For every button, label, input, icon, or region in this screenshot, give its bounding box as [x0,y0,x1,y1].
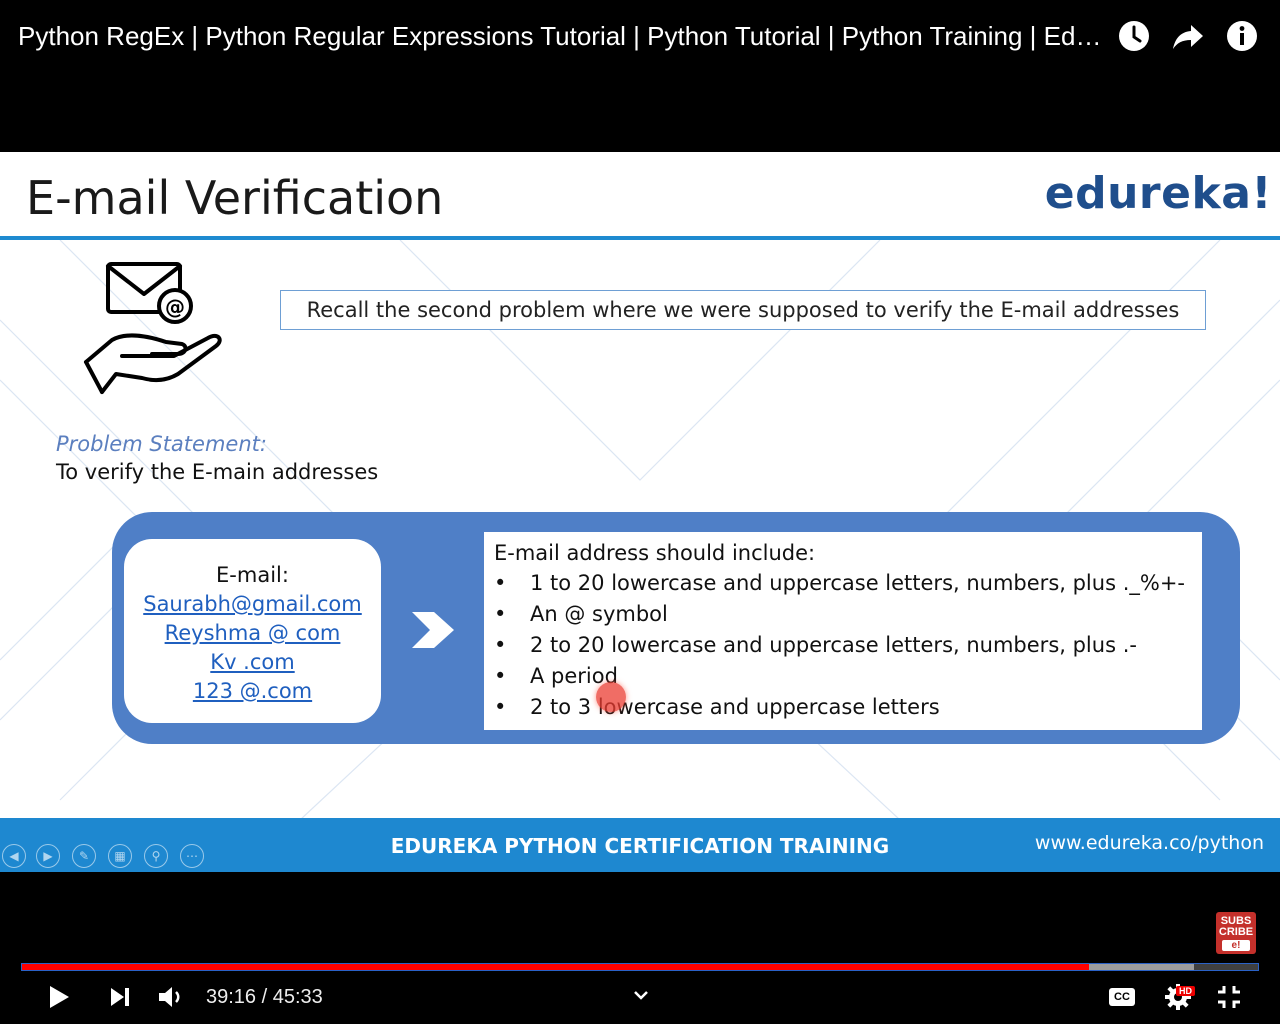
rule-text: 2 to 20 lowercase and uppercase letters,… [530,633,1137,657]
email-example-link[interactable]: Kv .com [124,648,381,677]
chevron-down-icon[interactable] [628,978,654,1012]
email-examples-card: E-mail: Saurabh@gmail.com Reyshma @ com … [124,539,381,723]
bullet-glyph: • [494,695,507,719]
bullet-glyph: • [494,602,507,626]
rule-item: • 2 to 3 lowercase and uppercase letters [494,692,940,723]
email-rules-box: E-mail address should include: • 1 to 20 … [484,532,1202,730]
current-time: 39:16 [206,986,257,1008]
time-separator: / [256,986,273,1008]
subscribe-badge[interactable]: SUBS CRIBE e! [1216,912,1256,954]
problem-statement-label: Problem Statement: [56,432,267,456]
footer-url: www.edureka.co/python [1034,832,1264,854]
bullet-glyph: • [494,571,507,595]
rule-item: • An @ symbol [494,599,668,630]
cc-icon: CC [1109,988,1135,1006]
video-frame[interactable]: E-mail Verification edureka! @ Recall th… [0,152,1280,872]
problem-statement-text: To verify the E-main addresses [56,460,379,484]
rule-text: 2 to 3 lowercase and uppercase letters [530,695,940,719]
email-rules-heading: E-mail address should include: [494,541,816,565]
rule-item: • 2 to 20 lowercase and uppercase letters… [494,630,1137,661]
share-icon[interactable] [1170,18,1206,54]
settings-button[interactable]: HD [1158,980,1198,1014]
subscribe-logo: e! [1222,940,1250,951]
bullet-glyph: • [494,633,507,657]
exit-fullscreen-button[interactable] [1212,980,1246,1014]
hd-badge: HD [1176,986,1195,996]
subscribe-text: CRIBE [1218,926,1254,938]
progress-bar[interactable] [21,963,1259,971]
svg-text:@: @ [165,295,185,319]
title-divider [0,236,1280,240]
time-display: 39:16 / 45:33 [206,983,323,1011]
watch-later-icon[interactable] [1116,18,1152,54]
email-example-link[interactable]: Saurabh@gmail.com [124,590,381,619]
email-example-link[interactable]: 123 @.com [124,677,381,706]
play-button[interactable] [42,980,76,1014]
rule-text: An @ symbol [530,602,668,626]
slide-footer: ◀ ▶ ✎ ▦ ⚲ ⋯ EDUREKA PYTHON CERTIFICATION… [0,818,1280,872]
rule-item: • 1 to 20 lowercase and uppercase letters… [494,568,1185,599]
laser-pointer [596,682,626,712]
email-hand-icon: @ [84,262,222,394]
email-example-link[interactable]: Reyshma @ com [124,619,381,648]
progress-played [22,964,1089,970]
info-icon[interactable] [1224,18,1260,54]
exit-fullscreen-icon [1218,986,1240,1008]
rule-text: 1 to 20 lowercase and uppercase letters,… [530,571,1185,595]
captions-button[interactable]: CC [1104,980,1140,1014]
email-examples-heading: E-mail: [216,563,289,587]
video-title[interactable]: Python RegEx | Python Regular Expression… [18,18,1103,54]
next-video-button[interactable] [104,980,136,1014]
duration: 45:33 [272,986,323,1008]
slide-title: E-mail Verification [26,171,444,225]
volume-button[interactable] [154,980,188,1014]
chevron-right-icon [412,612,454,648]
bullet-glyph: • [494,664,507,688]
brand-logo: edureka! [1044,168,1272,219]
recall-callout: Recall the second problem where we were … [280,290,1206,330]
